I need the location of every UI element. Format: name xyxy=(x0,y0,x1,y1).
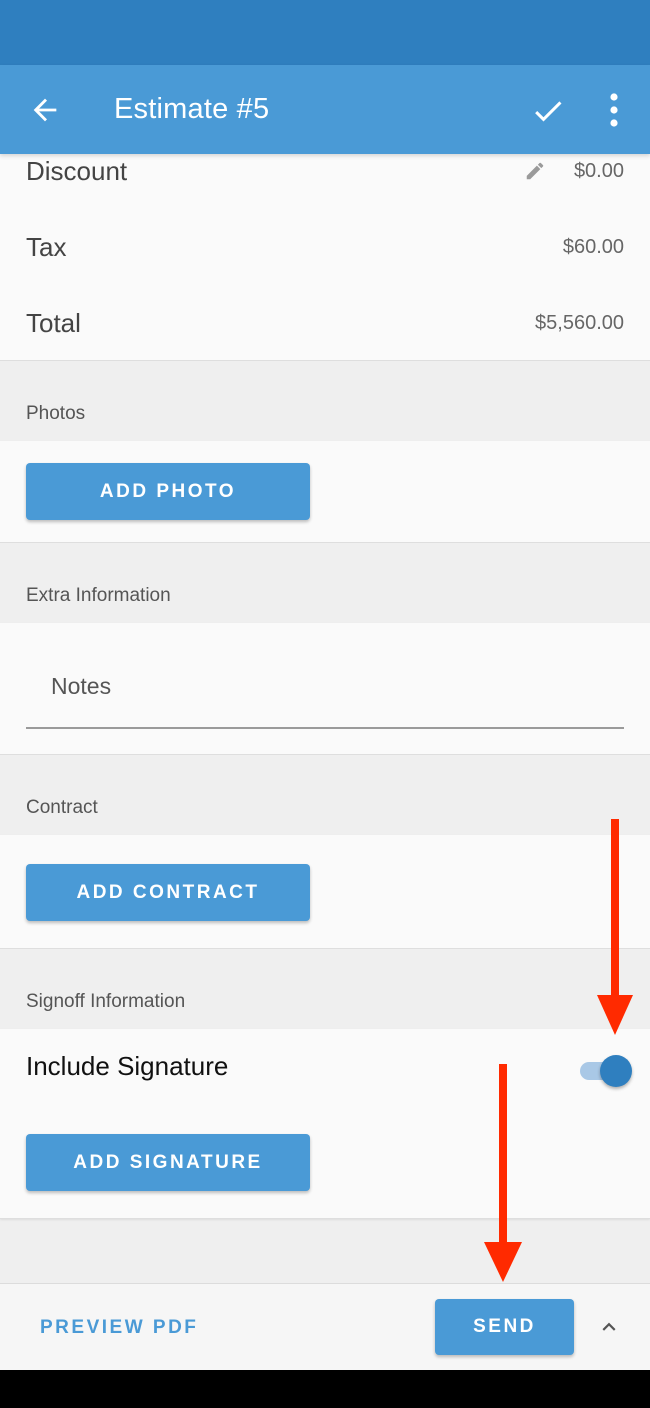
section-header-extra-information: Extra Information xyxy=(0,543,650,623)
section-title: Contract xyxy=(26,797,98,818)
include-signature-label: Include Signature xyxy=(26,1051,229,1081)
notes-input[interactable]: Notes xyxy=(26,655,624,729)
section-header-signoff: Signoff Information xyxy=(0,949,650,1029)
add-signature-button[interactable]: ADD SIGNATURE xyxy=(26,1134,310,1191)
total-label: Total xyxy=(26,308,81,338)
section-title: Extra Information xyxy=(26,585,171,606)
section-header-photos: Photos xyxy=(0,361,650,441)
app-bar: Estimate #5 xyxy=(0,65,650,154)
send-button[interactable]: SEND xyxy=(435,1299,574,1355)
signoff-card: Include Signature ADD SIGNATURE xyxy=(0,1029,650,1219)
preview-pdf-button[interactable]: PREVIEW PDF xyxy=(40,1284,198,1371)
extra-information-card: Notes xyxy=(0,623,650,755)
page-title: Estimate #5 xyxy=(114,93,270,125)
pencil-icon[interactable] xyxy=(524,160,546,182)
contract-card: ADD CONTRACT xyxy=(0,835,650,949)
section-title: Signoff Information xyxy=(26,991,186,1012)
more-vert-icon[interactable] xyxy=(604,91,624,129)
tax-row: Tax $60.00 xyxy=(0,232,650,272)
notes-placeholder: Notes xyxy=(51,673,112,699)
check-icon[interactable] xyxy=(530,93,566,129)
bottom-action-bar: PREVIEW PDF SEND xyxy=(0,1283,650,1370)
totals-card: Discount $0.00 Tax $60.00 Total $5,560.0… xyxy=(0,154,650,361)
discount-row[interactable]: Discount $0.00 xyxy=(0,156,650,196)
toggle-thumb xyxy=(600,1055,632,1087)
photos-card: ADD PHOTO xyxy=(0,441,650,543)
chevron-up-icon[interactable] xyxy=(596,1314,622,1340)
section-header-contract: Contract xyxy=(0,755,650,835)
total-row: Total $5,560.00 xyxy=(0,308,650,348)
discount-label: Discount xyxy=(26,156,128,186)
system-nav-bar xyxy=(0,1370,650,1408)
status-bar xyxy=(0,0,650,65)
section-title: Photos xyxy=(26,403,86,424)
tax-label: Tax xyxy=(26,232,67,262)
add-photo-button[interactable]: ADD PHOTO xyxy=(26,463,310,520)
add-contract-button[interactable]: ADD CONTRACT xyxy=(26,864,310,921)
tax-value: $60.00 xyxy=(562,236,624,258)
total-value: $5,560.00 xyxy=(535,312,624,334)
discount-value: $0.00 xyxy=(573,160,624,182)
arrow-left-icon[interactable] xyxy=(28,93,62,127)
include-signature-toggle[interactable] xyxy=(578,1053,634,1087)
spacer xyxy=(0,1219,650,1281)
